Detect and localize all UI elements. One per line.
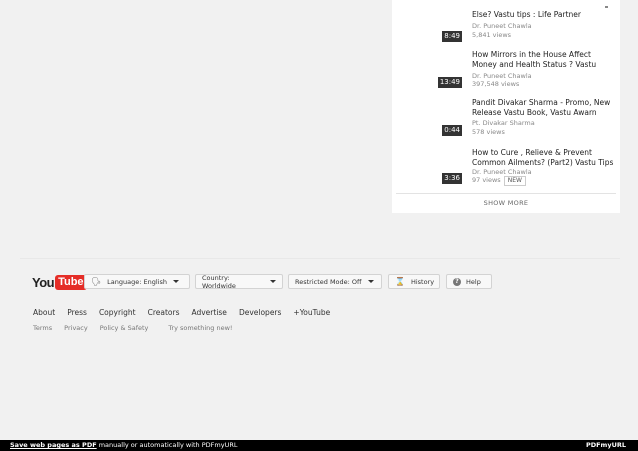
- footer-link-developers[interactable]: Developers: [239, 308, 281, 317]
- save-pdf-link[interactable]: Save web pages as PDF: [10, 441, 97, 449]
- video-views: 97 views NEW: [472, 176, 526, 186]
- hourglass-icon: ⌛: [395, 277, 405, 286]
- youtube-logo[interactable]: You Tube: [32, 274, 87, 290]
- video-duration: 0:44: [442, 125, 462, 136]
- divider: [396, 193, 616, 194]
- video-thumbnail[interactable]: 13:49: [396, 48, 462, 88]
- video-thumbnail[interactable]: 0:44: [396, 96, 462, 136]
- history-label: History: [410, 277, 435, 286]
- footer-link-terms[interactable]: Terms: [33, 324, 52, 332]
- video-title[interactable]: How to Cure , Relieve & Prevent Common A…: [472, 148, 618, 168]
- page: 8:49 Else? Vastu tips : Life Partner Dr.…: [0, 0, 638, 451]
- show-more-button[interactable]: SHOW MORE: [392, 199, 620, 207]
- footer-link-copyright[interactable]: Copyright: [99, 308, 136, 317]
- footer-link-creators[interactable]: Creators: [148, 308, 180, 317]
- video-views-count: 97 views: [472, 176, 501, 184]
- restricted-mode-label: Restricted Mode: Off: [295, 277, 362, 286]
- footer-primary-links: About Press Copyright Creators Advertise…: [33, 308, 342, 317]
- footer-divider: [20, 258, 620, 259]
- footer-link-about[interactable]: About: [33, 308, 55, 317]
- help-icon: ?: [453, 277, 461, 286]
- language-button[interactable]: 🗣 Language: English: [84, 274, 190, 289]
- video-title[interactable]: Else? Vastu tips : Life Partner: [472, 10, 618, 20]
- language-icon: 🗣: [91, 277, 102, 286]
- video-duration: 3:36: [442, 173, 462, 184]
- footer-secondary-links: Terms Privacy Policy & Safety Try someth…: [33, 324, 245, 332]
- scrollbar-thumb[interactable]: [605, 6, 608, 8]
- footer-link-privacy[interactable]: Privacy: [64, 324, 88, 332]
- footer-link-press[interactable]: Press: [67, 308, 87, 317]
- country-label: Country: Worldwide: [202, 273, 236, 290]
- pdf-banner: Save web pages as PDF manually or automa…: [0, 440, 638, 451]
- country-button[interactable]: Country: Worldwide: [195, 273, 283, 290]
- pdf-banner-text: manually or automatically with PDFmyURL: [96, 441, 238, 449]
- help-button[interactable]: ? Help: [446, 274, 492, 289]
- language-label: Language: English: [107, 277, 167, 286]
- video-views: 578 views: [472, 128, 505, 136]
- help-label: Help: [466, 277, 481, 286]
- video-channel[interactable]: Dr. Puneet Chawla: [472, 72, 532, 80]
- restricted-mode-button[interactable]: Restricted Mode: Off: [288, 274, 382, 289]
- related-videos-sidebar: 8:49 Else? Vastu tips : Life Partner Dr.…: [392, 0, 620, 213]
- video-duration: 13:49: [437, 77, 462, 88]
- footer-link-plus-youtube[interactable]: +YouTube: [293, 308, 330, 317]
- video-views: 397,548 views: [472, 80, 520, 88]
- video-title[interactable]: How Mirrors in the House Affect Money an…: [472, 50, 618, 70]
- logo-tube-text: Tube: [55, 274, 87, 290]
- logo-you-text: You: [32, 274, 55, 290]
- footer-link-advertise[interactable]: Advertise: [191, 308, 226, 317]
- video-channel[interactable]: Pt. Divakar Sharma: [472, 119, 535, 127]
- video-thumbnail[interactable]: 3:36: [396, 144, 462, 184]
- pdfmyurl-logo[interactable]: PDFmyURL: [586, 440, 626, 451]
- video-views: 5,841 views: [472, 31, 512, 39]
- chevron-down-icon: [270, 280, 276, 283]
- footer: You Tube 🗣 Language: English Country: Wo…: [0, 258, 638, 440]
- video-title[interactable]: Pandit Divakar Sharma - Promo, New Relea…: [472, 98, 618, 118]
- footer-link-policy-safety[interactable]: Policy & Safety: [100, 324, 149, 332]
- video-channel[interactable]: Dr. Puneet Chawla: [472, 168, 532, 176]
- video-channel[interactable]: Dr. Puneet Chawla: [472, 22, 532, 30]
- new-badge: NEW: [503, 176, 526, 186]
- history-button[interactable]: ⌛ History: [388, 274, 440, 289]
- video-thumbnail[interactable]: 8:49: [396, 0, 462, 42]
- video-duration: 8:49: [442, 31, 462, 42]
- chevron-down-icon: [172, 280, 179, 283]
- chevron-down-icon: [367, 280, 374, 283]
- try-something-new-link[interactable]: Try something new!: [168, 324, 232, 332]
